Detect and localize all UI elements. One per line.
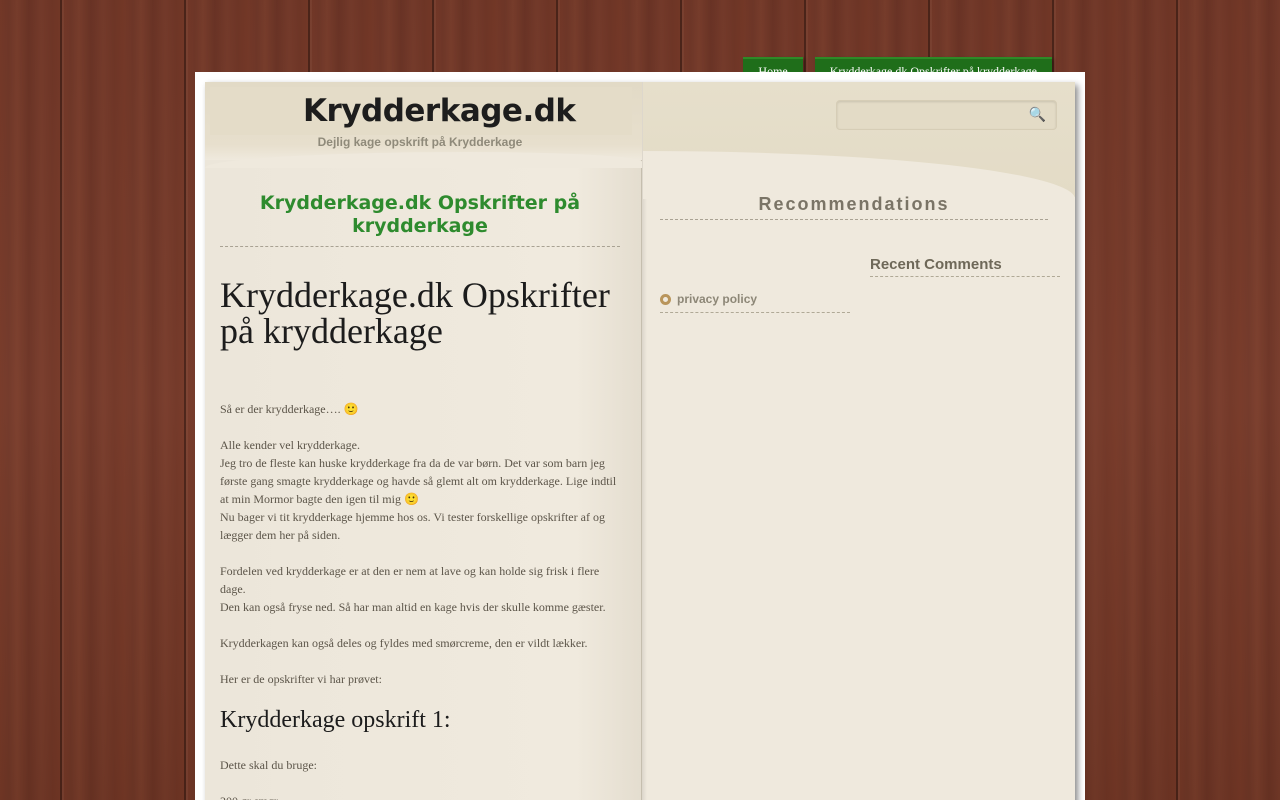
recent-comments-title: Recent Comments	[870, 256, 1060, 277]
paragraph: Her er de opskrifter vi har prøvet:	[220, 671, 382, 686]
paragraph: Fordelen ved krydderkage er at den er ne…	[220, 563, 600, 596]
ingredient: 200 gr smør	[220, 792, 620, 800]
paragraph: Alle kender vel krydderkage.	[220, 437, 360, 452]
recommendations-title: Recommendations	[660, 194, 1048, 220]
post-title: Krydderkage.dk Opskrifter på krydderkage	[220, 274, 610, 351]
paragraph: Den kan også fryse ned. Så har man altid…	[220, 599, 606, 614]
site-logo[interactable]: Krydderkage.dk	[303, 93, 576, 129]
paragraph: Jeg tro de fleste kan huske krydderkage …	[220, 455, 617, 506]
page: Krydderkage.dk Dejlig kage opskrift på K…	[205, 82, 1075, 800]
paragraph: Så er der krydderkage…. 🙂	[220, 401, 359, 416]
bullet-icon	[660, 293, 671, 305]
recipe-heading: Krydderkage opskrift 1:	[220, 706, 451, 733]
magnifier-icon[interactable]: 🔍	[1029, 107, 1046, 124]
links-widget: privacy policy	[660, 292, 850, 313]
privacy-policy-link[interactable]: privacy policy	[677, 292, 757, 306]
main-content: Krydderkage.dk Opskrifter på krydderkage…	[220, 192, 620, 800]
paragraph-group: Alle kender vel krydderkage. Jeg tro de …	[220, 436, 620, 544]
page-heading[interactable]: Krydderkage.dk Opskrifter på krydderkage	[220, 192, 620, 247]
paragraph: Krydderkagen kan også deles og fyldes me…	[220, 635, 588, 650]
paragraph: Nu bager vi tit krydderkage hjemme hos o…	[220, 509, 605, 542]
recent-comments-widget: Recent Comments	[870, 256, 1060, 277]
site-tagline: Dejlig kage opskrift på Krydderkage	[317, 135, 523, 149]
search-input[interactable]	[843, 105, 1023, 125]
recipe-intro: Dette skal du bruge:	[220, 757, 317, 772]
paragraph-group: Fordelen ved krydderkage er at den er ne…	[220, 562, 620, 616]
post-body: Så er der krydderkage…. 🙂 Alle kender ve…	[220, 400, 620, 800]
search-box: 🔍	[836, 100, 1057, 130]
list-item: privacy policy	[660, 292, 850, 313]
